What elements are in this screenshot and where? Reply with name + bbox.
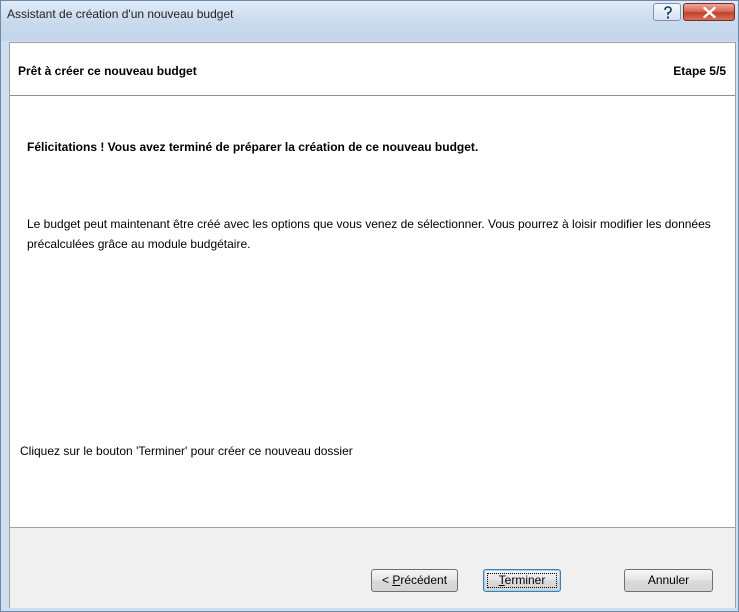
wizard-page: Prêt à créer ce nouveau budget Etape 5/5… (9, 42, 736, 608)
congratulations-text: Félicitations ! Vous avez terminé de pré… (27, 140, 479, 154)
finish-button[interactable]: Terminer (483, 569, 561, 592)
help-button[interactable] (653, 3, 681, 21)
previous-button[interactable]: < Précédent (371, 569, 458, 592)
window-title: Assistant de création d'un nouveau budge… (7, 7, 234, 21)
step-indicator: Etape 5/5 (673, 64, 726, 78)
page-header: Prêt à créer ce nouveau budget Etape 5/5 (10, 43, 735, 96)
close-button[interactable] (683, 3, 735, 21)
cancel-button[interactable]: Annuler (624, 569, 713, 592)
instruction-text: Cliquez sur le bouton 'Terminer' pour cr… (20, 444, 353, 458)
previous-button-prefix: < (381, 573, 393, 587)
previous-button-label: récédent (400, 573, 448, 587)
title-bar[interactable]: Assistant de création d'un nouveau budge… (1, 1, 738, 41)
page-title: Prêt à créer ce nouveau budget (18, 64, 197, 78)
wizard-window: Assistant de création d'un nouveau budge… (0, 0, 739, 612)
description-text: Le budget peut maintenant être créé avec… (27, 217, 711, 251)
close-x-icon (703, 7, 716, 18)
button-bar: < Précédent Terminer Annuler (10, 527, 735, 608)
question-mark-icon (664, 6, 672, 19)
focus-rectangle (487, 573, 557, 588)
